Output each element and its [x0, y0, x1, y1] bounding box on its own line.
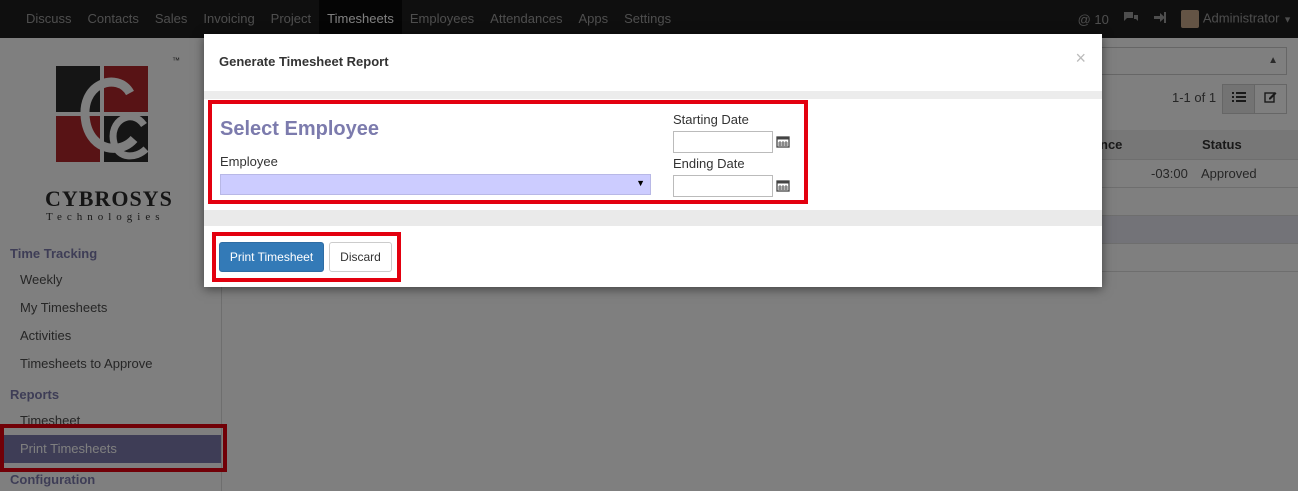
generate-timesheet-dialog: Generate Timesheet Report × Select Emplo… [204, 34, 1102, 287]
divider [204, 210, 1102, 226]
calendar-icon[interactable] [776, 135, 790, 148]
divider [204, 91, 1102, 99]
starting-date-input[interactable] [673, 131, 773, 153]
employee-label: Employee [220, 154, 278, 169]
dialog-title: Generate Timesheet Report [219, 54, 389, 69]
calendar-icon[interactable] [776, 179, 790, 192]
starting-date-label: Starting Date [673, 112, 749, 127]
discard-button[interactable]: Discard [329, 242, 392, 272]
ending-date-label: Ending Date [673, 156, 745, 171]
chevron-down-icon: ▼ [636, 178, 645, 188]
select-employee-heading: Select Employee [220, 118, 379, 140]
employee-select[interactable]: ▼ [220, 174, 651, 195]
print-timesheet-button[interactable]: Print Timesheet [219, 242, 324, 272]
ending-date-input[interactable] [673, 175, 773, 197]
close-icon[interactable]: × [1075, 48, 1086, 69]
